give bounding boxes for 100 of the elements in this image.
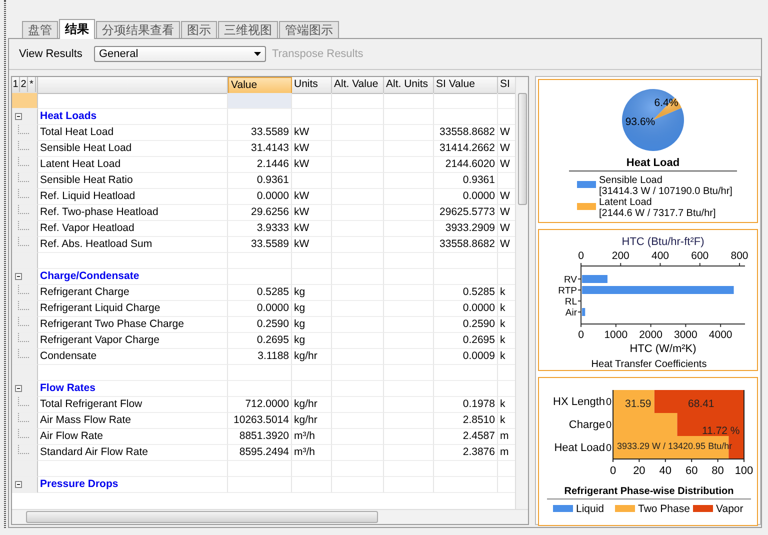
table-cell	[332, 125, 384, 141]
slice-label: 93.6%	[625, 116, 656, 128]
column-header[interactable]: SI	[498, 77, 515, 94]
tree-line	[18, 189, 29, 198]
table-cell: Ref. Abs. Heatload Sum	[38, 237, 228, 253]
collapse-icon[interactable]	[15, 385, 22, 392]
table-cell: 29625.5773	[434, 205, 498, 221]
tree-line	[18, 413, 29, 422]
outline-level-button[interactable]: 2	[20, 77, 28, 92]
value-label: 0	[606, 397, 612, 408]
table-cell	[228, 365, 292, 381]
tree-line	[18, 301, 29, 310]
table-cell	[434, 253, 498, 269]
table-cell	[384, 301, 434, 317]
tab[interactable]: 盘管	[22, 21, 58, 38]
table-cell	[332, 173, 384, 189]
table-cell: kW	[292, 221, 332, 237]
tick-label: 20	[633, 465, 646, 477]
horizontal-scrollbar[interactable]	[12, 509, 528, 524]
table-cell: 0.5285	[228, 285, 292, 301]
column-header[interactable]: SI Value	[434, 77, 498, 94]
tick-label: 60	[685, 465, 698, 477]
table-cell: 0.5285	[434, 285, 498, 301]
tree-line	[18, 285, 29, 294]
collapse-icon[interactable]	[15, 113, 22, 120]
tab[interactable]: 结果	[59, 19, 95, 39]
field-label: View Results	[19, 48, 84, 60]
vertical-scrollbar[interactable]	[515, 77, 528, 509]
table-cell	[332, 109, 384, 125]
legend-label: Sensible Load	[599, 175, 662, 186]
category-label: Air	[565, 308, 577, 318]
category-label: Charge	[568, 419, 605, 431]
tab[interactable]: 三维视图	[218, 21, 278, 38]
category-label: RL	[564, 296, 577, 308]
table-cell	[332, 349, 384, 365]
table-cell	[384, 141, 434, 157]
table-cell	[332, 429, 384, 445]
group-header[interactable]: Heat Loads	[38, 109, 228, 125]
table-cell: kW	[292, 157, 332, 173]
table-cell: 2.3876	[434, 445, 498, 461]
table-cell: 0.0000	[228, 301, 292, 317]
table-cell	[292, 109, 332, 125]
table-cell	[228, 477, 292, 493]
table-cell: kW	[292, 141, 332, 157]
view-results-dropdown[interactable]: General	[94, 46, 266, 62]
tree-line	[18, 349, 29, 358]
legend-label: Latent Load	[599, 197, 652, 208]
bar-annotation: 68.41	[688, 398, 714, 410]
table-cell	[332, 237, 384, 253]
collapse-icon[interactable]	[15, 481, 22, 488]
table-cell: 3.9333	[228, 221, 292, 237]
group-header[interactable]: Flow Rates	[38, 381, 228, 397]
tree-line	[18, 317, 29, 326]
tick-label: 400	[651, 250, 670, 262]
dropdown-arrow-icon	[254, 52, 261, 56]
table-cell: kg/hr	[292, 349, 332, 365]
table-cell	[228, 381, 292, 397]
table-cell	[228, 269, 292, 285]
column-header[interactable]: Alt. Value	[332, 77, 384, 94]
table-cell: 8851.3920	[228, 429, 292, 445]
tick-label: 1000	[604, 329, 628, 341]
table-cell	[292, 461, 332, 477]
table-cell: 0.9361	[434, 173, 498, 189]
tree-line	[18, 157, 29, 166]
legend-detail: [2144.6 W / 7317.7 Btu/hr]	[599, 208, 716, 219]
column-header[interactable]: Units	[292, 77, 332, 94]
table-cell: 29.6256	[228, 205, 292, 221]
table-cell	[384, 317, 434, 333]
table-cell	[384, 269, 434, 285]
tick-label: 100	[734, 465, 754, 477]
tab[interactable]: 分项结果查看	[96, 21, 180, 38]
table-cell: Sensible Heat Load	[38, 141, 228, 157]
column-header[interactable]: Alt. Units	[384, 77, 434, 94]
table-cell	[384, 205, 434, 221]
legend-label: Two Phase	[638, 503, 690, 515]
column-header[interactable]: Value	[228, 77, 292, 94]
table-cell: kg	[292, 317, 332, 333]
table-cell: 3.1188	[228, 349, 292, 365]
tab[interactable]: 图示	[181, 21, 217, 38]
outline-level-button[interactable]: 1	[12, 77, 20, 92]
table-cell: 2.1446	[228, 157, 292, 173]
table-cell: 33.5589	[228, 237, 292, 253]
outline-level-button[interactable]: *	[28, 77, 36, 92]
table-cell	[384, 109, 434, 125]
table-cell: 31414.2662	[434, 141, 498, 157]
table-cell	[384, 173, 434, 189]
group-header[interactable]: Charge/Condensate	[38, 269, 228, 285]
table-cell	[384, 429, 434, 445]
tree-line	[18, 205, 29, 214]
table-cell	[292, 365, 332, 381]
table-cell	[384, 333, 434, 349]
table-cell: 8595.2494	[228, 445, 292, 461]
tab[interactable]: 管端图示	[279, 21, 339, 38]
collapse-icon[interactable]	[15, 273, 22, 280]
group-header[interactable]: Pressure Drops	[38, 477, 228, 493]
tick-label: 0	[578, 329, 584, 341]
table-cell: 0.0000	[228, 189, 292, 205]
table-cell: m³/h	[292, 445, 332, 461]
table-cell: 2.4587	[434, 429, 498, 445]
tree-line	[18, 141, 29, 150]
